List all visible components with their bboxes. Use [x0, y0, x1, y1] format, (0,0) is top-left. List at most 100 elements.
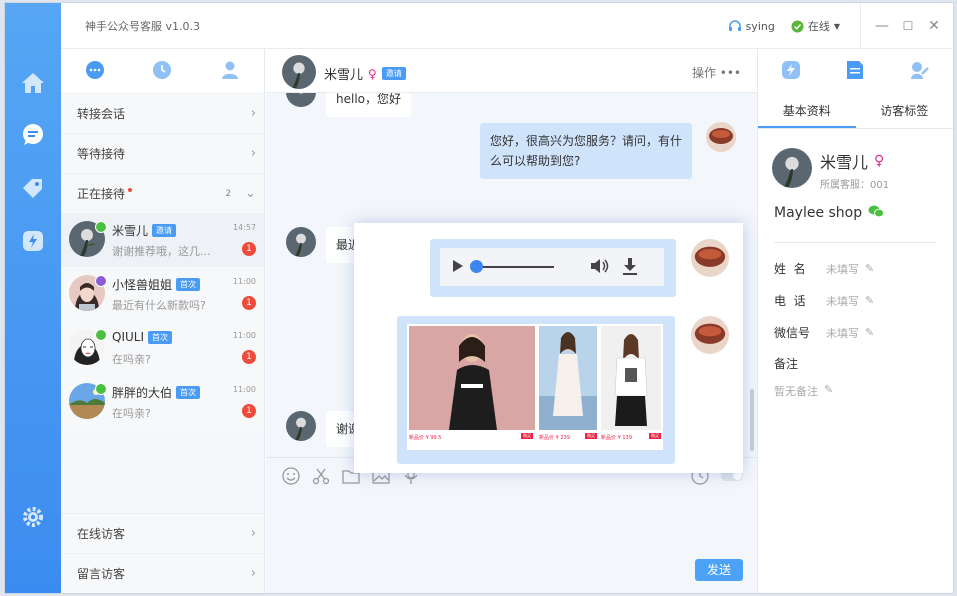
tab-history-icon[interactable]: [152, 60, 172, 83]
edit-icon[interactable]: ✎: [865, 294, 874, 307]
audio-progress-slider[interactable]: [470, 260, 554, 273]
scrollbar[interactable]: [750, 389, 754, 451]
female-icon: ♀: [368, 66, 377, 81]
session-panel: 转接会话 › 等待接待 › 正在接待 2 ⌄ 米雪儿 邀请 谢谢推荐哦，这几...…: [61, 49, 265, 593]
field-value: 未填写: [826, 294, 859, 308]
message-time: 11:00: [232, 385, 256, 394]
tab-tags-icon[interactable]: [910, 60, 930, 83]
edit-icon[interactable]: ✎: [865, 326, 874, 339]
check-circle-icon: [791, 20, 804, 32]
transfer-row[interactable]: 转接会话 ›: [61, 93, 264, 133]
product-item[interactable]: 新品价 ¥ 239 购买: [539, 326, 597, 446]
contact-tag: 首次: [176, 278, 201, 291]
contact-tag: 首次: [148, 330, 172, 344]
field-label: 微信号: [774, 326, 811, 340]
buy-button[interactable]: 购买: [521, 433, 533, 439]
nav-rail: [5, 3, 61, 593]
message-time: 11:00: [232, 277, 256, 286]
app-title: 神手公众号客服 v1.0.3: [85, 20, 200, 33]
close-button[interactable]: ✕: [921, 18, 947, 34]
emoji-icon[interactable]: [282, 466, 300, 485]
volume-icon[interactable]: [590, 258, 610, 277]
conversation-item[interactable]: 胖胖的大伯 首次 在吗亲? 11:00 1: [61, 375, 264, 429]
tab-contacts-icon[interactable]: [220, 60, 240, 83]
contact-tag: 邀请: [152, 224, 177, 237]
tab-basic-info[interactable]: 基本资料: [758, 93, 856, 128]
avatar: [772, 148, 812, 188]
chevron-down-icon: ⌄: [245, 186, 256, 201]
avatar: [286, 411, 316, 441]
chat-contact-name: 米雪儿: [324, 68, 364, 83]
tag-icon[interactable]: [21, 177, 45, 201]
field-wechat: 微信号 未填写 ✎: [774, 324, 874, 341]
flash-icon[interactable]: [21, 229, 45, 253]
agent-avatar: [706, 122, 736, 152]
tab-chat-icon[interactable]: [85, 60, 105, 83]
status-dropdown[interactable]: 在线 ▼: [791, 18, 840, 34]
conversation-item[interactable]: QIULI 首次 在吗亲? 11:00 1: [61, 321, 264, 375]
minimize-button[interactable]: —: [869, 18, 895, 34]
active-label: 正在接待: [77, 187, 126, 201]
home-icon[interactable]: [21, 71, 45, 95]
unread-badge: 1: [242, 242, 256, 256]
product-item[interactable]: 新品价 ¥ 99.5 购买: [409, 326, 535, 446]
tab-quick-reply-icon[interactable]: [781, 60, 801, 83]
chat-icon[interactable]: [21, 123, 45, 147]
tab-visitor-tags[interactable]: 访客标签: [856, 93, 954, 128]
last-message: 谢谢推荐哦，这几...: [112, 245, 211, 258]
download-icon[interactable]: [622, 257, 638, 278]
contact-name: 米雪儿: [112, 224, 149, 238]
conversation-item[interactable]: 小怪兽姐姐 首次 最近有什么新款吗? 11:00 1: [61, 267, 264, 321]
send-button[interactable]: 发送: [695, 559, 743, 581]
message-bubble: 您好，很高兴为您服务？请问，有什么可以帮助到您?: [480, 123, 692, 179]
message-bubble: hello，您好: [326, 93, 411, 117]
audio-message: [430, 239, 676, 297]
edit-icon[interactable]: ✎: [865, 262, 874, 275]
gender-icon: [95, 275, 107, 287]
avatar: [286, 227, 316, 257]
field-name: 姓 名 未填写 ✎: [774, 260, 874, 277]
conversation-item[interactable]: 米雪儿 邀请 谢谢推荐哦，这几... 14:57 1: [61, 213, 264, 267]
note-value: 暂无备注: [774, 385, 818, 398]
product-price: 新品价 ¥ 99.5: [409, 435, 442, 441]
media-preview-popup: 新品价 ¥ 99.5 购买 新品价 ¥ 239 购买 新品价 ¥ 139 购买: [354, 223, 743, 473]
field-phone: 电 话 未填写 ✎: [774, 292, 874, 309]
status-label: 在线: [807, 20, 830, 33]
divider: [774, 242, 937, 243]
play-icon[interactable]: [452, 259, 464, 276]
scissors-icon[interactable]: [312, 467, 330, 485]
product-item[interactable]: 新品价 ¥ 139 购买: [601, 326, 661, 446]
settings-icon[interactable]: [21, 505, 45, 529]
message-visitors-label: 留言访客: [77, 567, 126, 581]
chevron-right-icon: ›: [250, 566, 256, 581]
waiting-row[interactable]: 等待接待 ›: [61, 133, 264, 173]
contact-name: 小怪兽姐姐: [112, 278, 173, 292]
product-price: 新品价 ¥ 239: [539, 435, 570, 441]
chevron-right-icon: ›: [250, 106, 256, 121]
wechat-icon: [95, 329, 107, 341]
maximize-button[interactable]: ☐: [895, 19, 921, 33]
product-card-message[interactable]: 新品价 ¥ 99.5 购买 新品价 ¥ 239 购买 新品价 ¥ 139 购买: [397, 316, 675, 464]
last-message: 在吗亲?: [112, 353, 151, 366]
visitor-panel-tabs: [758, 49, 953, 93]
online-visitors-row[interactable]: 在线访客 ›: [61, 513, 264, 553]
actions-menu[interactable]: 操作 •••: [692, 64, 741, 81]
field-label: 电 话: [774, 294, 806, 308]
active-row[interactable]: 正在接待 2 ⌄: [61, 173, 264, 213]
tab-profile-icon[interactable]: [846, 60, 864, 83]
female-icon: ♀: [874, 153, 885, 169]
contact-tag: 邀请: [381, 67, 406, 80]
buy-button[interactable]: 购买: [649, 433, 661, 439]
message-visitors-row[interactable]: 留言访客 ›: [61, 553, 264, 593]
user-menu[interactable]: sying: [728, 20, 775, 33]
active-count: 2: [225, 188, 232, 199]
message-time: 14:57: [232, 223, 256, 232]
wechat-icon: [868, 205, 885, 221]
product-photo: [601, 326, 661, 430]
message-input[interactable]: [266, 495, 757, 549]
contact-name: 胖胖的大伯: [112, 386, 173, 400]
session-tabs: [61, 49, 264, 93]
buy-button[interactable]: 购买: [585, 433, 597, 439]
edit-icon[interactable]: ✎: [824, 383, 833, 399]
agent-avatar: [691, 239, 729, 277]
